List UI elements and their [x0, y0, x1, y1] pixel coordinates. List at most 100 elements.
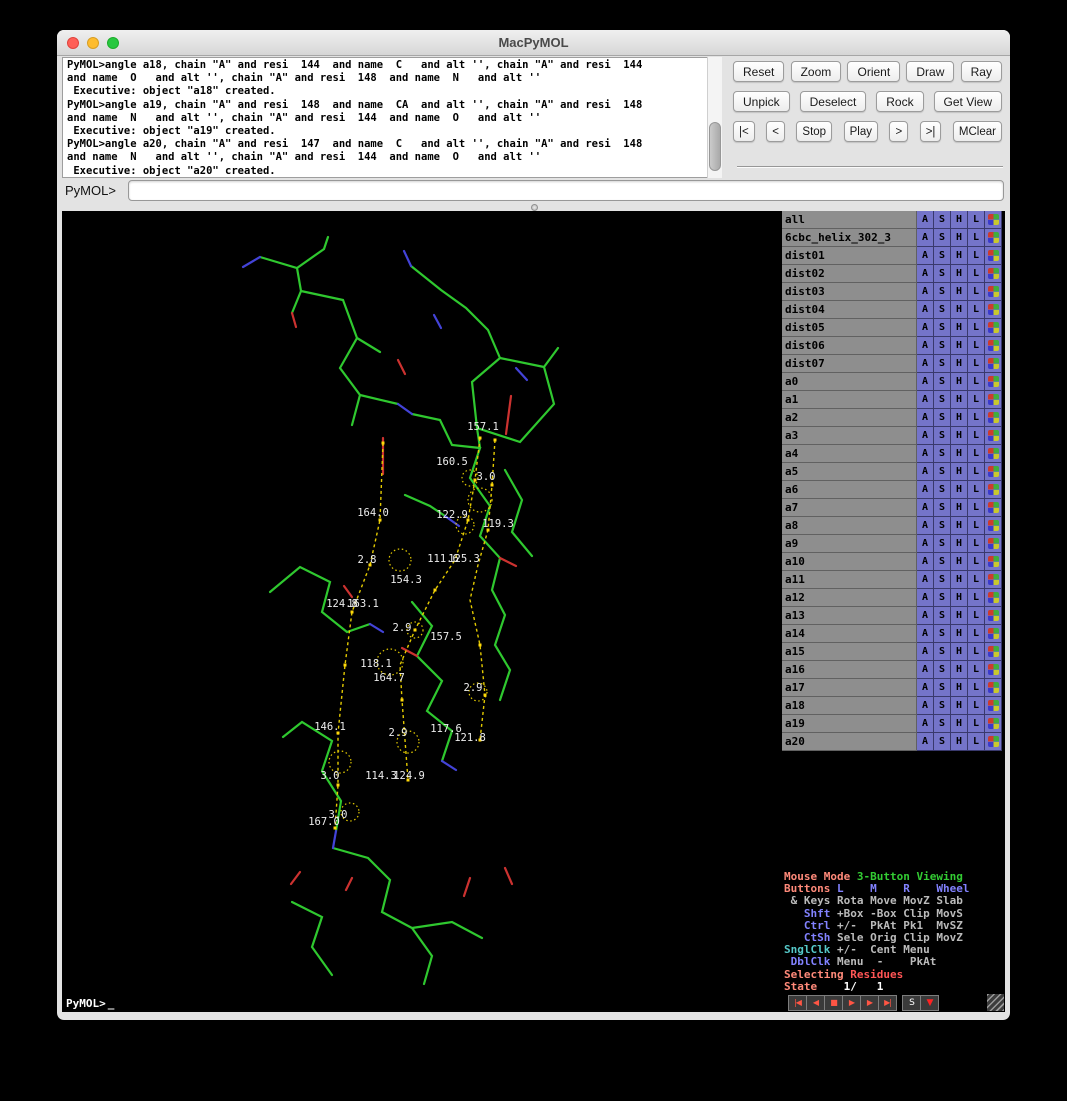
object-color-button[interactable]: [985, 427, 1002, 445]
object-a-button[interactable]: A: [917, 463, 934, 481]
object-s-button[interactable]: S: [934, 319, 951, 337]
movie-next-button[interactable]: >: [889, 121, 908, 142]
object-name[interactable]: a7: [782, 499, 917, 517]
movie-stop-button[interactable]: Stop: [796, 121, 832, 142]
object-l-button[interactable]: L: [968, 391, 985, 409]
object-a-button[interactable]: A: [917, 229, 934, 247]
unpick-button[interactable]: Unpick: [733, 91, 790, 112]
object-a-button[interactable]: A: [917, 265, 934, 283]
object-a-button[interactable]: A: [917, 643, 934, 661]
molecule-canvas[interactable]: [62, 211, 782, 994]
object-color-button[interactable]: [985, 211, 1002, 229]
object-s-button[interactable]: S: [934, 733, 951, 751]
object-h-button[interactable]: H: [951, 571, 968, 589]
object-h-button[interactable]: H: [951, 517, 968, 535]
object-a-button[interactable]: A: [917, 337, 934, 355]
object-color-button[interactable]: [985, 337, 1002, 355]
object-name[interactable]: dist04: [782, 301, 917, 319]
object-a-button[interactable]: A: [917, 517, 934, 535]
titlebar[interactable]: MacPyMOL: [57, 30, 1010, 56]
object-a-button[interactable]: A: [917, 607, 934, 625]
object-s-button[interactable]: S: [934, 373, 951, 391]
object-h-button[interactable]: H: [951, 247, 968, 265]
object-name[interactable]: dist06: [782, 337, 917, 355]
object-a-button[interactable]: A: [917, 553, 934, 571]
object-color-button[interactable]: [985, 607, 1002, 625]
zoom-button[interactable]: Zoom: [791, 61, 842, 82]
object-l-button[interactable]: L: [968, 211, 985, 229]
object-l-button[interactable]: L: [968, 373, 985, 391]
object-a-button[interactable]: A: [917, 409, 934, 427]
object-h-button[interactable]: H: [951, 733, 968, 751]
object-l-button[interactable]: L: [968, 337, 985, 355]
object-s-button[interactable]: S: [934, 427, 951, 445]
object-s-button[interactable]: S: [934, 589, 951, 607]
object-h-button[interactable]: H: [951, 373, 968, 391]
object-color-button[interactable]: [985, 661, 1002, 679]
object-color-button[interactable]: [985, 643, 1002, 661]
object-color-button[interactable]: [985, 355, 1002, 373]
object-color-button[interactable]: [985, 625, 1002, 643]
object-s-button[interactable]: S: [934, 211, 951, 229]
object-name[interactable]: a8: [782, 517, 917, 535]
object-a-button[interactable]: A: [917, 355, 934, 373]
object-name[interactable]: dist05: [782, 319, 917, 337]
object-l-button[interactable]: L: [968, 589, 985, 607]
object-name[interactable]: a15: [782, 643, 917, 661]
object-s-button[interactable]: S: [934, 553, 951, 571]
object-name[interactable]: a4: [782, 445, 917, 463]
object-a-button[interactable]: A: [917, 319, 934, 337]
object-name[interactable]: a19: [782, 715, 917, 733]
object-name[interactable]: a20: [782, 733, 917, 751]
console-scrollbar[interactable]: [707, 57, 722, 178]
object-s-button[interactable]: S: [934, 517, 951, 535]
viewport-command-line[interactable]: PyMOL>_: [62, 994, 782, 1012]
object-name[interactable]: a12: [782, 589, 917, 607]
object-s-button[interactable]: S: [934, 679, 951, 697]
object-a-button[interactable]: A: [917, 571, 934, 589]
object-name[interactable]: dist03: [782, 283, 917, 301]
object-color-button[interactable]: [985, 247, 1002, 265]
object-l-button[interactable]: L: [968, 301, 985, 319]
object-l-button[interactable]: L: [968, 427, 985, 445]
object-color-button[interactable]: [985, 301, 1002, 319]
object-name[interactable]: a0: [782, 373, 917, 391]
object-s-button[interactable]: S: [934, 643, 951, 661]
object-l-button[interactable]: L: [968, 499, 985, 517]
object-l-button[interactable]: L: [968, 247, 985, 265]
object-h-button[interactable]: H: [951, 715, 968, 733]
object-h-button[interactable]: H: [951, 697, 968, 715]
vcr-end-button[interactable]: ▶|: [878, 995, 897, 1011]
object-color-button[interactable]: [985, 733, 1002, 751]
object-color-button[interactable]: [985, 571, 1002, 589]
object-l-button[interactable]: L: [968, 481, 985, 499]
object-l-button[interactable]: L: [968, 553, 985, 571]
splitter-handle[interactable]: [531, 204, 538, 211]
object-s-button[interactable]: S: [934, 247, 951, 265]
object-a-button[interactable]: A: [917, 625, 934, 643]
object-h-button[interactable]: H: [951, 337, 968, 355]
object-s-button[interactable]: S: [934, 481, 951, 499]
object-color-button[interactable]: [985, 391, 1002, 409]
vcr-back-button[interactable]: ◀: [806, 995, 825, 1011]
object-name[interactable]: a3: [782, 427, 917, 445]
object-l-button[interactable]: L: [968, 733, 985, 751]
object-color-button[interactable]: [985, 319, 1002, 337]
draw-button[interactable]: Draw: [906, 61, 954, 82]
object-a-button[interactable]: A: [917, 283, 934, 301]
object-name[interactable]: a1: [782, 391, 917, 409]
object-h-button[interactable]: H: [951, 625, 968, 643]
object-h-button[interactable]: H: [951, 355, 968, 373]
object-name[interactable]: a5: [782, 463, 917, 481]
console-scrollbar-thumb[interactable]: [709, 122, 721, 170]
object-a-button[interactable]: A: [917, 733, 934, 751]
object-s-button[interactable]: S: [934, 463, 951, 481]
rock-button[interactable]: Rock: [876, 91, 923, 112]
object-h-button[interactable]: H: [951, 229, 968, 247]
object-h-button[interactable]: H: [951, 589, 968, 607]
object-h-button[interactable]: H: [951, 301, 968, 319]
object-color-button[interactable]: [985, 265, 1002, 283]
object-a-button[interactable]: A: [917, 661, 934, 679]
object-color-button[interactable]: [985, 409, 1002, 427]
object-s-button[interactable]: S: [934, 391, 951, 409]
